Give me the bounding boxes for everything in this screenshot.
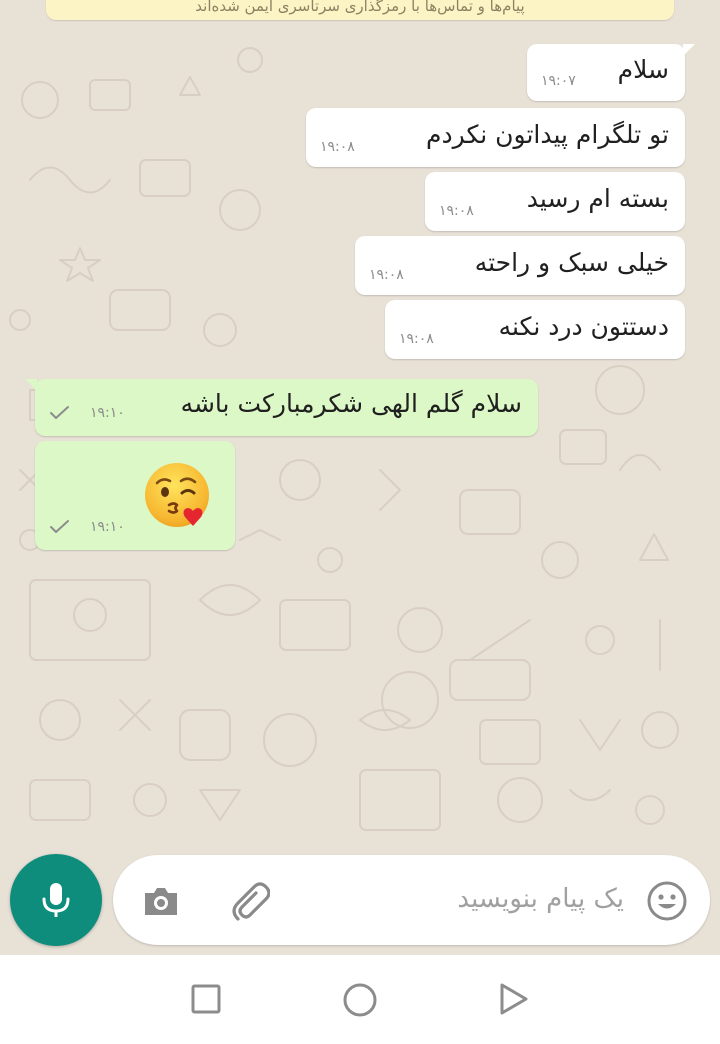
system-navigation-bar: [0, 955, 720, 1044]
message-time: ۱۹:۰۸: [399, 331, 434, 347]
message-input-placeholder[interactable]: یک پیام بنویسید: [457, 881, 624, 917]
message-time: ۱۹:۰۸: [439, 203, 474, 219]
message-text: سلام: [617, 55, 669, 84]
recents-button[interactable]: [190, 983, 222, 1015]
message-time: ۱۹:۰۸: [320, 139, 355, 155]
home-button[interactable]: [342, 982, 378, 1018]
message-time: ۱۹:۰۸: [369, 267, 404, 283]
sent-check-icon: [50, 520, 69, 533]
message-time: ۱۹:۱۰: [90, 405, 125, 421]
message-incoming[interactable]: تو تلگرام پیداتون نکردم ۱۹:۰۸: [306, 108, 685, 167]
message-text: سلام گلم الهی شکرمبارکت باشه: [180, 389, 522, 418]
emoji-icon[interactable]: [645, 879, 689, 923]
message-incoming[interactable]: خیلی سبک و راحته ۱۹:۰۸: [355, 236, 685, 295]
message-time: ۱۹:۰۷: [541, 73, 576, 89]
bubble-tail: [25, 379, 37, 391]
message-incoming[interactable]: بسته ام رسید ۱۹:۰۸: [425, 172, 685, 231]
sent-check-icon: [50, 406, 69, 419]
face-blowing-a-kiss-emoji: [145, 463, 209, 527]
message-input-bar[interactable]: یک پیام بنویسید: [113, 855, 710, 945]
message-outgoing[interactable]: سلام گلم الهی شکرمبارکت باشه ۱۹:۱۰: [25, 379, 538, 436]
encryption-banner[interactable]: پیام‌ها و تماس‌ها با رمزگذاری سرتاسری ای…: [46, 0, 674, 20]
chat-area[interactable]: پیام‌ها و تماس‌ها با رمزگذاری سرتاسری ای…: [0, 0, 720, 955]
message-text: تو تلگرام پیداتون نکردم: [426, 120, 669, 149]
attachment-icon[interactable]: [226, 879, 270, 923]
encryption-banner-text: پیام‌ها و تماس‌ها با رمزگذاری سرتاسری ای…: [195, 0, 525, 15]
message-time: ۱۹:۱۰: [90, 519, 125, 535]
microphone-icon: [42, 883, 70, 917]
back-button[interactable]: [498, 982, 530, 1016]
message-text: دستتون درد نکنه: [498, 312, 669, 341]
message-incoming[interactable]: سلام ۱۹:۰۷: [527, 44, 695, 101]
camera-icon[interactable]: [139, 879, 183, 923]
message-text: بسته ام رسید: [526, 184, 669, 213]
message-text: خیلی سبک و راحته: [474, 248, 669, 277]
bubble-tail: [683, 44, 695, 56]
voice-record-button[interactable]: [10, 854, 102, 946]
message-incoming[interactable]: دستتون درد نکنه ۱۹:۰۸: [385, 300, 685, 359]
message-outgoing-emoji[interactable]: ۱۹:۱۰: [35, 441, 235, 550]
